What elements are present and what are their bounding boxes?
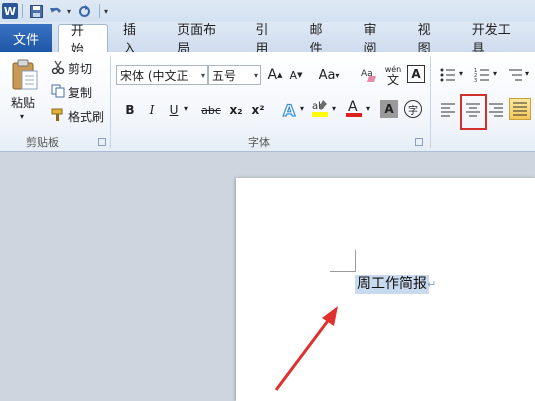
annotation-arrow-icon: [274, 306, 338, 391]
